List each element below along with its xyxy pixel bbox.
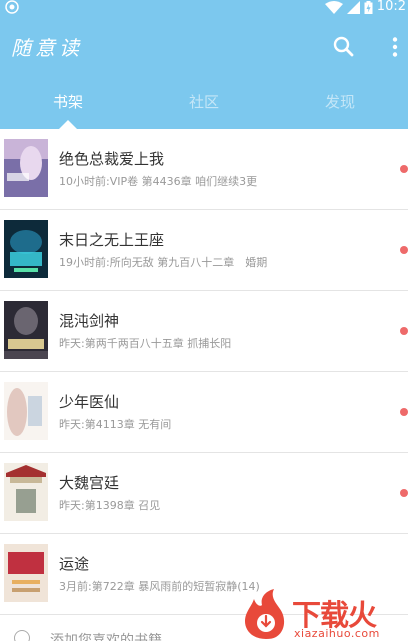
app-notification-icon — [5, 0, 19, 14]
book-update: 19小时前:所向无敌 第九百八十二章 婚期 — [59, 256, 268, 269]
tab-bookshelf[interactable]: 书架 — [0, 80, 136, 129]
book-cover — [4, 463, 48, 521]
book-row[interactable]: 少年医仙 昨天:第4113章 无有间 — [0, 372, 408, 453]
book-title: 少年医仙 — [59, 393, 120, 411]
book-update: 昨天:第4113章 无有间 — [59, 418, 172, 431]
book-title: 运途 — [59, 555, 90, 573]
book-cover — [4, 139, 48, 197]
book-cover — [4, 544, 48, 602]
wifi-icon — [324, 0, 343, 14]
unread-dot — [400, 327, 408, 335]
book-update: 昨天:第两千两百八十五章 抓捕长阳 — [59, 337, 232, 350]
signal-icon — [346, 0, 360, 14]
bookshelf-list: 绝色总裁爱上我 10小时前:VIP卷 第4436章 咱们继续3更 末日之无上王座… — [0, 129, 408, 641]
book-row[interactable]: 混沌剑神 昨天:第两千两百八十五章 抓捕长阳 — [0, 291, 408, 372]
app-title: 随意读 — [11, 36, 83, 60]
more-vert-icon[interactable] — [386, 36, 404, 58]
book-cover — [4, 301, 48, 359]
book-title: 末日之无上王座 — [59, 231, 165, 249]
tab-community[interactable]: 社区 — [136, 80, 272, 129]
book-update: 10小时前:VIP卷 第4436章 咱们继续3更 — [59, 175, 258, 188]
search-icon[interactable] — [331, 34, 357, 60]
unread-dot — [400, 408, 408, 416]
book-cover — [4, 382, 48, 440]
battery-icon — [364, 0, 373, 14]
unread-dot — [400, 246, 408, 254]
watermark-url: xiazaihuo.com — [294, 627, 380, 640]
book-row[interactable]: 大魏宫廷 昨天:第1398章 召见 — [0, 453, 408, 534]
book-row[interactable]: 末日之无上王座 19小时前:所向无敌 第九百八十二章 婚期 — [0, 210, 408, 291]
flame-logo-icon — [244, 589, 285, 639]
book-title: 绝色总裁爱上我 — [59, 150, 165, 168]
tab-bar: 书架 社区 发现 — [0, 80, 408, 129]
app-bar: 随意读 书架 社区 发现 — [0, 14, 408, 129]
book-title: 混沌剑神 — [59, 312, 120, 330]
book-cover — [4, 220, 48, 278]
status-bar: 10:2 — [0, 0, 408, 14]
unread-dot — [400, 165, 408, 173]
book-row[interactable]: 绝色总裁爱上我 10小时前:VIP卷 第4436章 咱们继续3更 — [0, 129, 408, 210]
book-title: 大魏宫廷 — [59, 474, 120, 492]
tab-discover[interactable]: 发现 — [272, 80, 408, 129]
add-book-label: 添加您喜欢的书籍 — [50, 633, 162, 641]
add-circle-icon — [14, 630, 30, 641]
watermark: 下载火 xiazaihuo.com — [240, 589, 408, 641]
book-update: 3月前:第722章 暴风雨前的短暂寂静(14) — [59, 580, 260, 593]
book-update: 昨天:第1398章 召见 — [59, 499, 161, 512]
unread-dot — [400, 489, 408, 497]
status-time: 10:2 — [376, 0, 406, 14]
